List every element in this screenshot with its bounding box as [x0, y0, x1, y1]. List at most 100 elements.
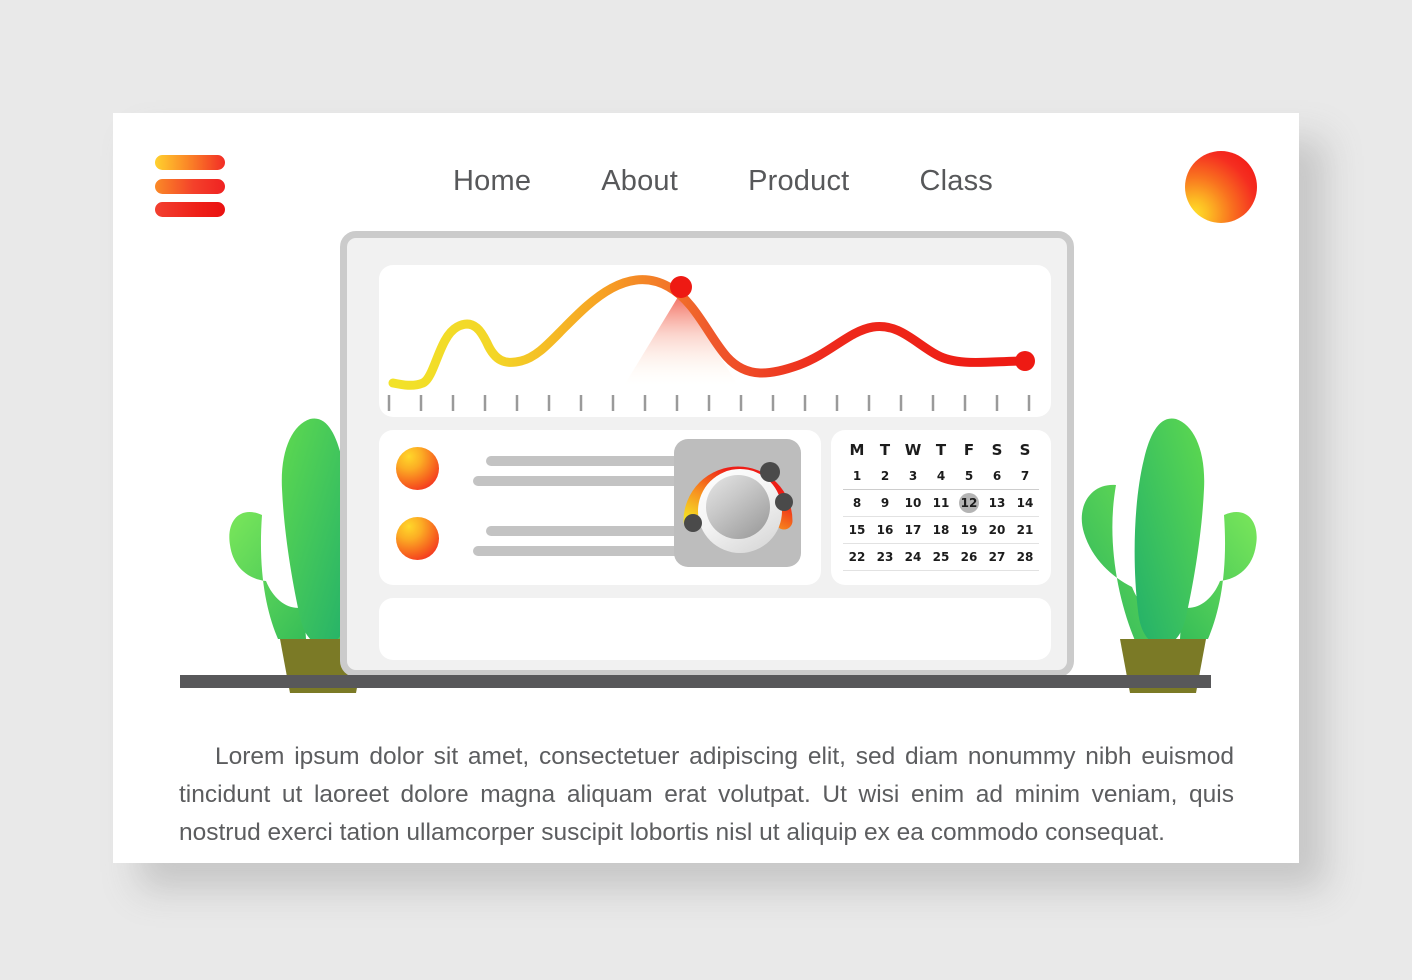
calendar-cell: 7: [1011, 463, 1039, 490]
chart-panel: [379, 265, 1051, 417]
calendar-day[interactable]: 19: [959, 520, 979, 540]
dial-knob[interactable]: [674, 439, 801, 567]
calendar-cell: 4: [927, 463, 955, 490]
body-paragraph: Lorem ipsum dolor sit amet, consectetuer…: [179, 742, 1234, 846]
calendar-cell: 8: [843, 489, 871, 517]
calendar-cell: 6: [983, 463, 1011, 490]
calendar-day[interactable]: 28: [1015, 547, 1035, 567]
calendar-day[interactable]: 25: [931, 547, 951, 567]
calendar-cell: 24: [899, 543, 927, 571]
calendar-cell: 11: [927, 489, 955, 517]
calendar-cell: 2: [871, 463, 899, 490]
calendar-day[interactable]: 6: [987, 466, 1007, 486]
calendar-day[interactable]: 13: [987, 493, 1007, 513]
calendar-weekday-fri: F: [963, 441, 975, 459]
hamburger-bar-1: [155, 155, 225, 170]
knob-cap: [706, 475, 770, 539]
calendar-cell: 16: [871, 516, 899, 544]
nav-item-class[interactable]: Class: [919, 165, 993, 198]
hamburger-menu-button[interactable]: [155, 155, 225, 217]
calendar-cell: 22: [843, 543, 871, 571]
calendar-day-selected[interactable]: 12: [959, 493, 979, 513]
hamburger-bar-3: [155, 202, 225, 217]
calendar-day[interactable]: 14: [1015, 493, 1035, 513]
calendar-day[interactable]: 10: [903, 493, 923, 513]
calendar-cell: 17: [899, 516, 927, 544]
nav-item-home[interactable]: Home: [453, 165, 531, 198]
calendar-cell: 21: [1011, 516, 1039, 544]
knob-handle-left: [684, 514, 702, 532]
calendar-day[interactable]: 5: [959, 466, 979, 486]
calendar-cell: 10: [899, 489, 927, 517]
calendar-cell: 18: [927, 516, 955, 544]
avatar[interactable]: [1185, 151, 1257, 223]
calendar-cell: 26: [955, 543, 983, 571]
calendar-day[interactable]: 4: [931, 466, 951, 486]
gradient-dot-icon: [396, 517, 439, 560]
calendar-weekday-sun: S: [1019, 441, 1031, 459]
calendar-weekday-thu: T: [935, 441, 947, 459]
calendar-weekday-row: M T W T F S S: [843, 440, 1039, 463]
calendar-cell: 28: [1011, 543, 1039, 571]
calendar-cell: 23: [871, 543, 899, 571]
calendar-day[interactable]: 16: [875, 520, 895, 540]
calendar-cell: 5: [955, 463, 983, 490]
list-and-knob-panel: [379, 430, 821, 585]
calendar-day[interactable]: 21: [1015, 520, 1035, 540]
calendar-day[interactable]: 26: [959, 547, 979, 567]
calendar-panel: M T W T F S S 1 2 3 4 5 6 7 8 9 10 11 12…: [831, 430, 1051, 585]
calendar-week-row: 22 23 24 25 26 27 28: [843, 543, 1039, 571]
calendar-day[interactable]: 9: [875, 493, 895, 513]
calendar-day[interactable]: 24: [903, 547, 923, 567]
gradient-dot-icon: [396, 447, 439, 490]
calendar-day[interactable]: 11: [931, 493, 951, 513]
calendar-day[interactable]: 20: [987, 520, 1007, 540]
calendar-day[interactable]: 27: [987, 547, 1007, 567]
calendar-day[interactable]: 18: [931, 520, 951, 540]
main-nav: Home About Product Class: [453, 165, 993, 198]
calendar-day[interactable]: 2: [875, 466, 895, 486]
calendar-cell: 1: [843, 463, 871, 490]
calendar-day[interactable]: 7: [1015, 466, 1035, 486]
nav-item-about[interactable]: About: [601, 165, 678, 198]
calendar-cell: 15: [843, 516, 871, 544]
calendar-cell: 14: [1011, 489, 1039, 517]
calendar-cell: 25: [927, 543, 955, 571]
peak-highlight-triangle: [625, 292, 737, 384]
calendar-week-row: 15 16 17 18 19 20 21: [843, 516, 1039, 544]
calendar-cell: 27: [983, 543, 1011, 571]
calendar-week-row: 8 9 10 11 12 13 14: [843, 489, 1039, 517]
chart-tick-axis: [387, 395, 1031, 411]
calendar-weekday-mon: M: [849, 441, 865, 459]
calendar-week-row: 1 2 3 4 5 6 7: [843, 463, 1039, 490]
chart-end-marker: [1015, 351, 1035, 371]
page-card: Home About Product Class M T W T F S S 1…: [113, 113, 1299, 863]
calendar-weekday-tue: T: [879, 441, 891, 459]
calendar-day[interactable]: 17: [903, 520, 923, 540]
activity-line-chart: [387, 275, 1035, 411]
calendar-cell: 13: [983, 489, 1011, 517]
calendar-table: M T W T F S S 1 2 3 4 5 6 7 8 9 10 11 12…: [843, 440, 1039, 571]
knob-handle-right: [775, 493, 793, 511]
shelf-bar: [180, 675, 1211, 688]
empty-content-panel: [379, 598, 1051, 660]
decorative-plant-right: [1058, 411, 1268, 695]
calendar-cell: 12: [955, 489, 983, 517]
calendar-cell: 20: [983, 516, 1011, 544]
calendar-day[interactable]: 23: [875, 547, 895, 567]
nav-item-product[interactable]: Product: [748, 165, 849, 198]
calendar-cell: 19: [955, 516, 983, 544]
calendar-weekday-wed: W: [904, 441, 922, 459]
knob-handle-top: [760, 462, 780, 482]
calendar-day[interactable]: 3: [903, 466, 923, 486]
device-frame: M T W T F S S 1 2 3 4 5 6 7 8 9 10 11 12…: [340, 231, 1074, 677]
chart-peak-marker: [670, 276, 692, 298]
calendar-weekday-sat: S: [991, 441, 1003, 459]
calendar-cell: 9: [871, 489, 899, 517]
calendar-cell: 3: [899, 463, 927, 490]
calendar-day[interactable]: 22: [847, 547, 867, 567]
calendar-day[interactable]: 15: [847, 520, 867, 540]
hamburger-bar-2: [155, 178, 225, 194]
calendar-day[interactable]: 1: [847, 466, 867, 486]
calendar-day[interactable]: 8: [847, 493, 867, 513]
